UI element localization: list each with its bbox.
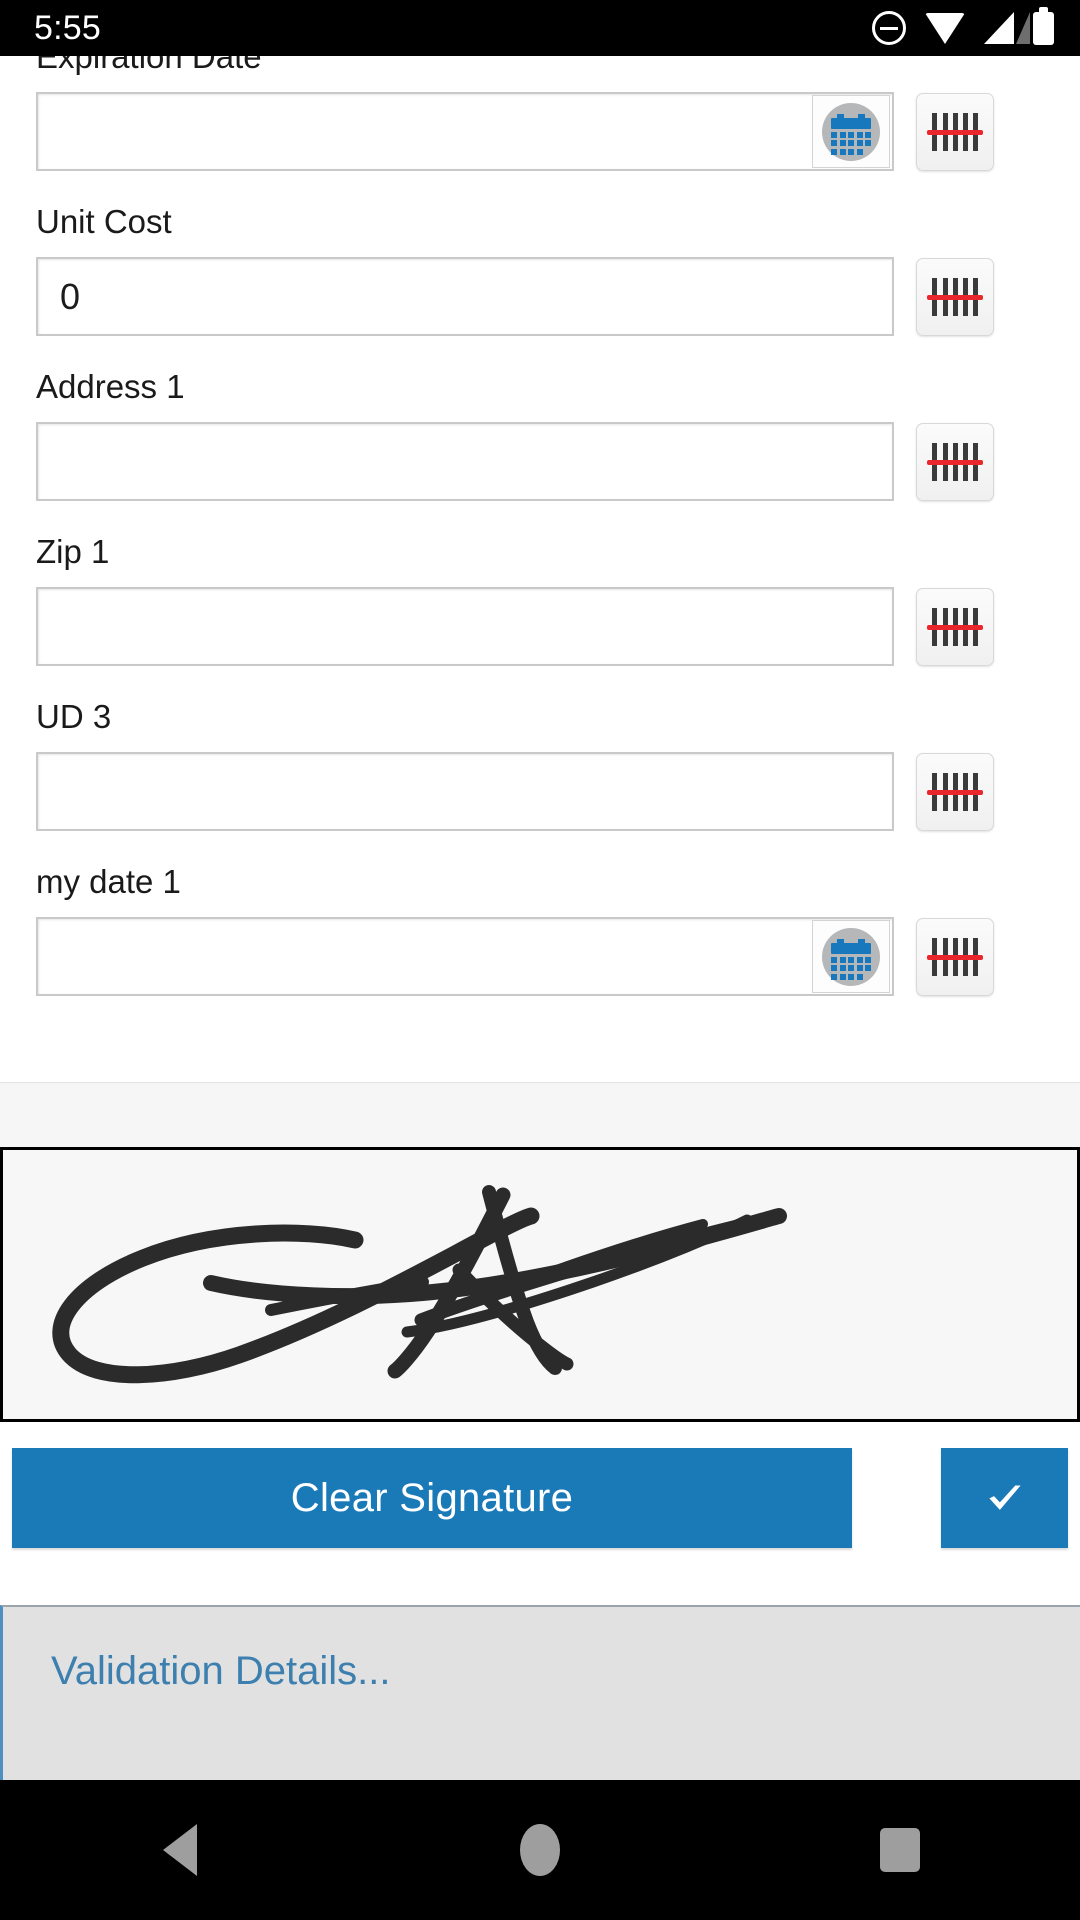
field-zip-1: Zip 1 [0,531,1080,666]
unit-cost-input[interactable]: 0 [36,257,894,336]
ud-3-scan-button[interactable] [916,752,994,831]
field-row-my-date-1 [0,917,1080,996]
expiration-date-scan-button[interactable] [916,92,994,171]
field-ud-3: UD 3 [0,696,1080,831]
my-date-1-calendar-button[interactable] [812,920,890,993]
field-row-address-1 [0,422,1080,501]
nav-recents-button[interactable] [720,1828,1080,1872]
cellular-signal-icon [984,12,1030,44]
field-label-unit-cost: Unit Cost [36,203,172,240]
signature-action-row: Clear Signature [0,1448,1080,1563]
status-bar-clock: 5:55 [34,9,101,47]
field-my-date-1: my date 1 [0,861,1080,996]
field-address-1: Address 1 [0,366,1080,501]
home-nav-icon [520,1824,560,1876]
validation-details-panel[interactable]: Validation Details... [0,1605,1080,1780]
app-screen: 5:55 Expiration Date Unit Cost 0 Address… [0,0,1080,1920]
signature-strokes [52,1185,787,1384]
form-scroll-area[interactable]: Expiration Date Unit Cost 0 Address 1 Zi… [0,36,1080,1082]
calendar-icon [822,927,880,986]
barcode-scan-icon [927,607,983,646]
field-row-zip-1 [0,587,1080,666]
validation-details-label: Validation Details... [51,1649,391,1693]
field-expiration-date: Expiration Date [0,36,1080,171]
zip-1-scan-button[interactable] [916,587,994,666]
battery-icon [1033,6,1054,45]
field-label-zip-1: Zip 1 [36,533,110,570]
unit-cost-scan-button[interactable] [916,257,994,336]
confirm-signature-button[interactable] [941,1448,1068,1548]
signature-canvas[interactable] [0,1147,1080,1422]
barcode-scan-icon [927,442,983,481]
field-label-address-1: Address 1 [36,368,185,405]
barcode-scan-icon [927,772,983,811]
nav-back-button[interactable] [0,1824,360,1876]
clear-signature-button[interactable]: Clear Signature [12,1448,852,1548]
system-navigation-bar [0,1780,1080,1920]
status-bar-icons [872,6,1054,45]
zip-1-input[interactable] [36,587,894,666]
barcode-scan-icon [927,277,983,316]
address-1-scan-button[interactable] [916,422,994,501]
back-nav-icon [163,1824,197,1876]
field-label-ud-3: UD 3 [36,698,112,735]
barcode-scan-icon [927,112,983,151]
address-1-input[interactable] [36,422,894,501]
do-not-disturb-icon [872,11,906,45]
checkmark-icon [988,1485,1021,1510]
section-divider [0,1082,1080,1147]
expiration-date-calendar-button[interactable] [812,95,890,168]
field-row-expiration-date [0,92,1080,171]
clear-signature-label: Clear Signature [290,1475,574,1520]
my-date-1-input[interactable] [36,917,894,996]
expiration-date-input[interactable] [36,92,894,171]
nav-home-button[interactable] [360,1824,720,1876]
calendar-icon [822,102,880,161]
recents-nav-icon [880,1828,920,1872]
unit-cost-value: 0 [60,275,81,317]
field-label-my-date-1: my date 1 [36,863,181,900]
field-row-ud-3 [0,752,1080,831]
field-row-unit-cost: 0 [0,257,1080,336]
field-unit-cost: Unit Cost 0 [0,201,1080,336]
wifi-icon [925,12,965,44]
barcode-scan-icon [927,937,983,976]
my-date-1-scan-button[interactable] [916,917,994,996]
ud-3-input[interactable] [36,752,894,831]
status-bar: 5:55 [0,0,1080,56]
